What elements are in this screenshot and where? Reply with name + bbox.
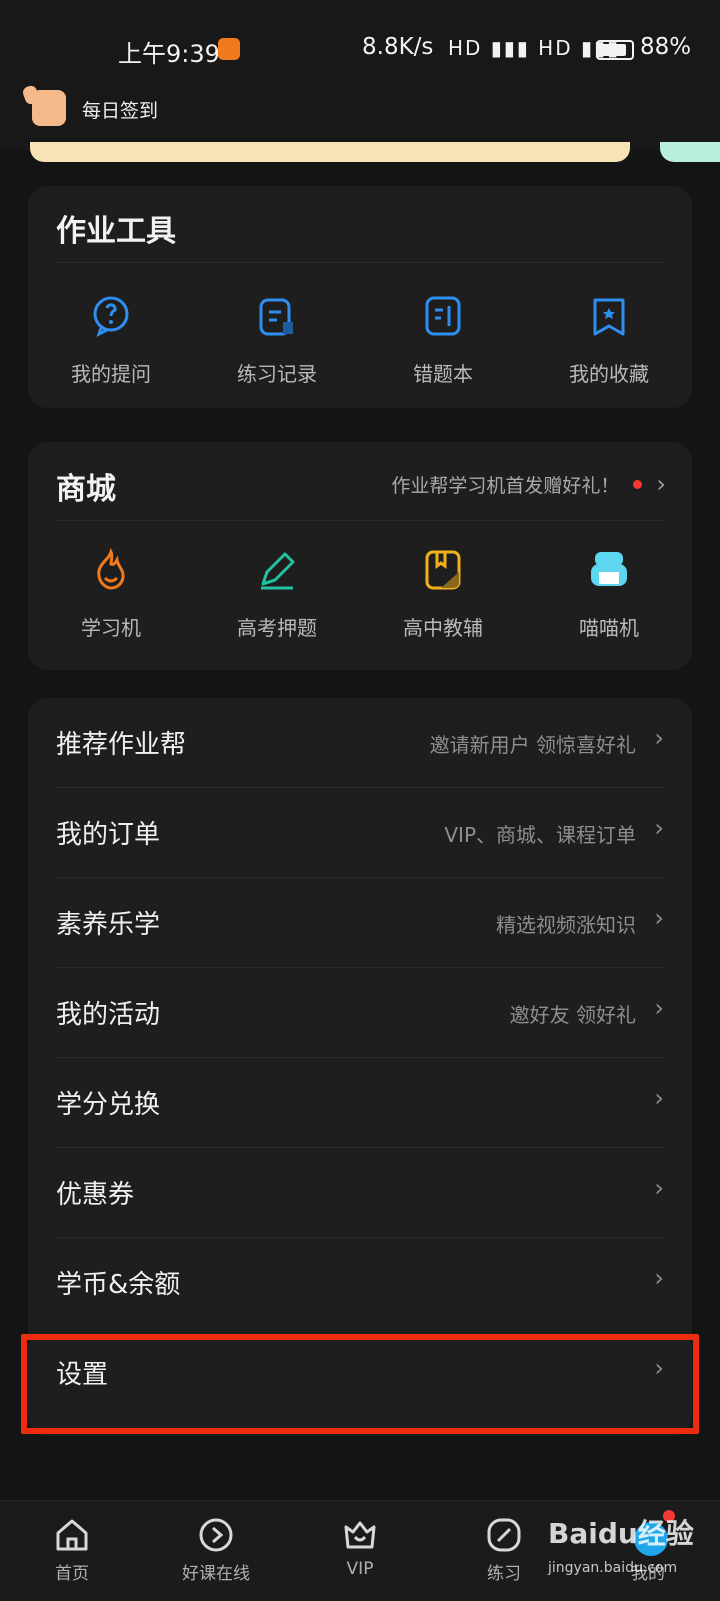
banner-card-next[interactable] bbox=[660, 142, 720, 162]
checkin-label: 每日签到 bbox=[82, 100, 159, 122]
menu-item-learning[interactable]: 素养乐学 精选视频涨知识 › bbox=[28, 878, 692, 968]
mall-exam-prediction[interactable]: 高考押题 bbox=[194, 546, 360, 641]
menu-item-title: 我的活动 bbox=[56, 1000, 161, 1030]
tab-courses[interactable]: 好课在线 bbox=[144, 1501, 288, 1601]
mall-promo-link[interactable]: 作业帮学习机首发赠好礼！ › bbox=[391, 470, 666, 498]
mall-high-school-books[interactable]: 高中教辅 bbox=[360, 546, 526, 641]
chevron-right-icon: › bbox=[654, 724, 664, 752]
tab-label: 首页 bbox=[55, 1564, 89, 1584]
mall-grid: 学习机 高考押题 高中教辅 喵喵机 bbox=[28, 546, 692, 641]
chevron-right-icon: › bbox=[654, 1084, 664, 1112]
document-icon bbox=[259, 298, 293, 336]
divider bbox=[56, 520, 664, 521]
mall-label: 高考押题 bbox=[237, 616, 317, 640]
tab-label: VIP bbox=[346, 1559, 374, 1579]
menu-item-subtitle: VIP、商城、课程订单 bbox=[444, 823, 636, 847]
menu-item-subtitle: 邀请新用户 领惊喜好礼 bbox=[429, 733, 636, 757]
menu-item-orders[interactable]: 我的订单 VIP、商城、课程订单 › bbox=[28, 788, 692, 878]
menu-item-activities[interactable]: 我的活动 邀好友 领好礼 › bbox=[28, 968, 692, 1058]
notification-icon bbox=[218, 38, 240, 60]
book-icon bbox=[425, 550, 461, 590]
menu-item-coupons[interactable]: 优惠券 › bbox=[28, 1148, 692, 1238]
status-bar: 上午9:39 8.8K/s HD ▮▮▮ HD ▮▮▮ 88% bbox=[0, 0, 720, 96]
chevron-right-icon: › bbox=[656, 470, 666, 498]
menu-item-title: 优惠券 bbox=[56, 1180, 135, 1210]
printer-icon bbox=[591, 552, 627, 586]
tool-practice-records[interactable]: 练习记录 bbox=[194, 292, 360, 387]
checkin-bar[interactable]: 每日签到 bbox=[0, 84, 720, 150]
chevron-right-icon: › bbox=[654, 1174, 664, 1202]
battery-percent: 88% bbox=[640, 34, 692, 60]
menu-item-recommend[interactable]: 推荐作业帮 邀请新用户 领惊喜好礼 › bbox=[28, 698, 692, 788]
mall-card: 商城 作业帮学习机首发赠好礼！ › 学习机 高考押题 高中教辅 喵喵机 bbox=[28, 442, 692, 670]
red-dot-badge bbox=[633, 479, 643, 489]
signal-icon: HD ▮▮▮ HD ▮▮▮ bbox=[448, 36, 620, 60]
banner-card[interactable] bbox=[30, 142, 630, 162]
chevron-right-icon: › bbox=[654, 904, 664, 932]
play-circle-icon bbox=[199, 1518, 233, 1552]
divider bbox=[56, 262, 664, 263]
menu-item-title: 学分兑换 bbox=[56, 1090, 161, 1120]
menu-item-subtitle: 邀好友 领好礼 bbox=[509, 1003, 636, 1027]
settings-highlight-box bbox=[21, 1334, 699, 1434]
menu-item-credit-exchange[interactable]: 学分兑换 › bbox=[28, 1058, 692, 1148]
menu-item-coins-balance[interactable]: 学币&余额 › bbox=[28, 1238, 692, 1328]
mall-learning-machine[interactable]: 学习机 bbox=[28, 546, 194, 641]
tool-label: 我的提问 bbox=[71, 362, 151, 386]
status-time: 上午9:39 bbox=[118, 40, 220, 68]
tool-label: 错题本 bbox=[413, 362, 473, 386]
mall-printer[interactable]: 喵喵机 bbox=[526, 546, 692, 641]
home-icon bbox=[56, 1519, 88, 1551]
pencil-icon bbox=[261, 552, 295, 590]
question-bubble-icon bbox=[93, 296, 129, 337]
tool-my-questions[interactable]: 我的提问 bbox=[28, 292, 194, 387]
vip-crown-icon bbox=[344, 1521, 376, 1549]
homework-tools-card: 作业工具 我的提问 练习记录 错题本 我的收藏 bbox=[28, 186, 692, 408]
menu-item-title: 学币&余额 bbox=[56, 1270, 181, 1300]
chevron-right-icon: › bbox=[654, 994, 664, 1022]
battery-icon bbox=[596, 40, 634, 60]
compass-icon bbox=[487, 1518, 521, 1552]
tool-grid: 我的提问 练习记录 错题本 我的收藏 bbox=[28, 292, 692, 387]
calendar-icon bbox=[32, 90, 66, 126]
menu-item-title: 推荐作业帮 bbox=[56, 730, 187, 760]
network-speed: 8.8K/s bbox=[362, 34, 434, 60]
menu-item-subtitle: 精选视频涨知识 bbox=[496, 913, 636, 937]
tool-label: 练习记录 bbox=[237, 362, 317, 386]
tab-label: 好课在线 bbox=[182, 1564, 250, 1584]
watermark-url: jingyan.baidu.com bbox=[548, 1560, 678, 1576]
menu-list: 推荐作业帮 邀请新用户 领惊喜好礼 › 我的订单 VIP、商城、课程订单 › 素… bbox=[28, 698, 692, 1436]
promo-text: 作业帮学习机首发赠好礼！ bbox=[391, 474, 620, 497]
tool-my-favorites[interactable]: 我的收藏 bbox=[526, 292, 692, 387]
notebook-icon bbox=[425, 296, 461, 336]
mall-label: 喵喵机 bbox=[579, 616, 639, 640]
menu-item-title: 素养乐学 bbox=[56, 910, 161, 940]
tool-label: 我的收藏 bbox=[569, 362, 649, 386]
tool-mistake-notebook[interactable]: 错题本 bbox=[360, 292, 526, 387]
tab-label: 练习 bbox=[487, 1564, 521, 1584]
section-title: 商城 bbox=[56, 472, 116, 507]
tab-vip[interactable]: VIP bbox=[288, 1501, 432, 1601]
menu-item-title: 我的订单 bbox=[56, 820, 161, 850]
chevron-right-icon: › bbox=[654, 1264, 664, 1292]
section-title: 作业工具 bbox=[56, 214, 176, 249]
tab-home[interactable]: 首页 bbox=[0, 1501, 144, 1601]
mall-label: 高中教辅 bbox=[403, 616, 483, 640]
bookmark-star-icon bbox=[593, 298, 625, 336]
watermark-logo: Baidu经验 bbox=[548, 1517, 694, 1550]
mall-label: 学习机 bbox=[81, 616, 141, 640]
flame-icon bbox=[97, 547, 125, 590]
chevron-right-icon: › bbox=[654, 814, 664, 842]
